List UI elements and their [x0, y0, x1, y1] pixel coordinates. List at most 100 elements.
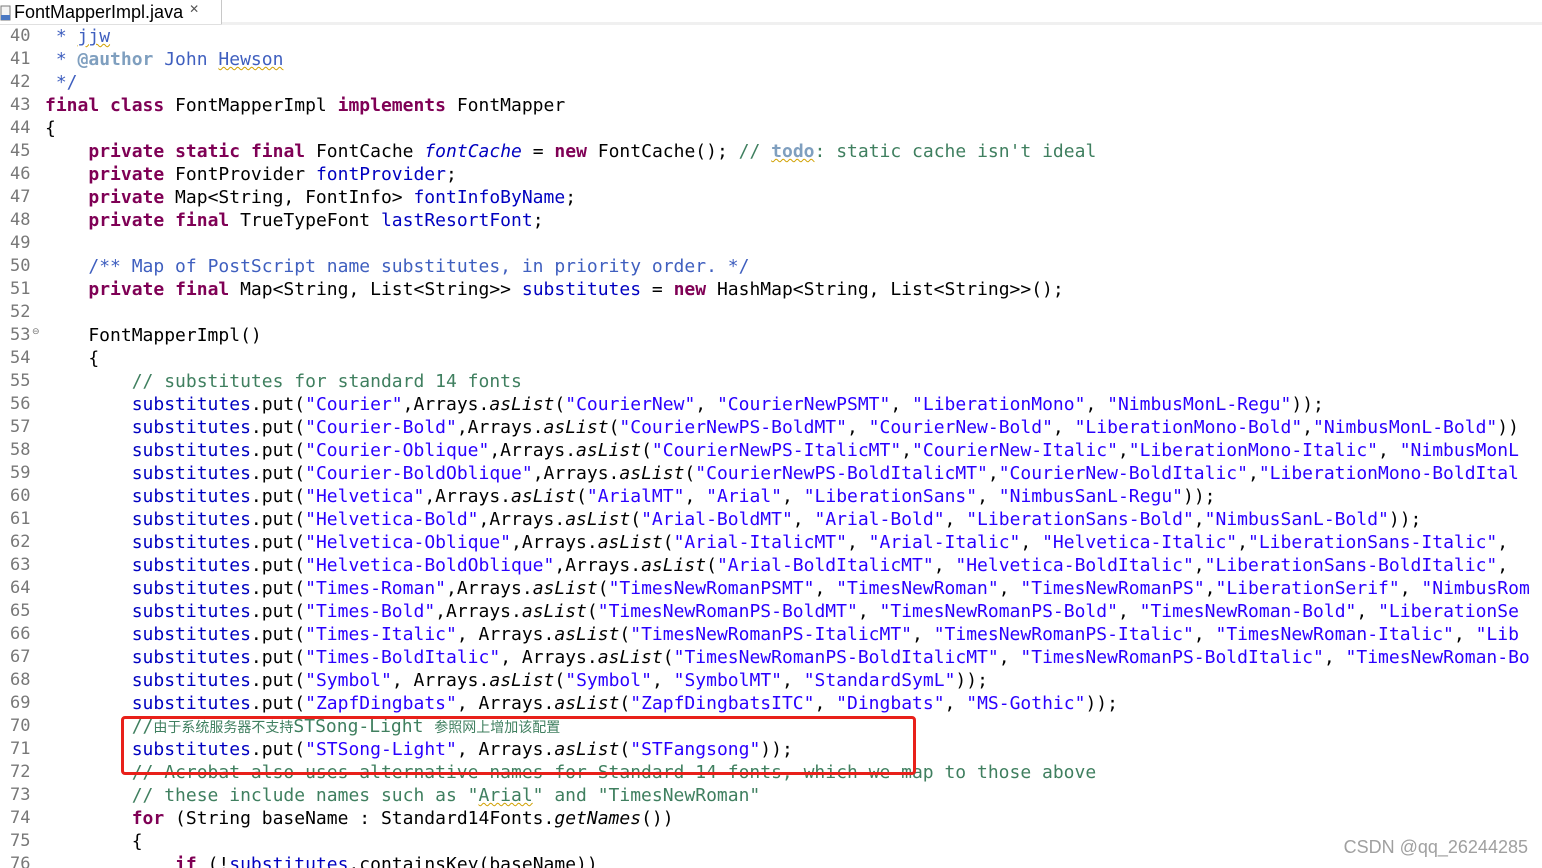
- code-line[interactable]: 46 private FontProvider fontProvider;: [0, 163, 1542, 186]
- code-token: "Arial-Italic": [868, 532, 1021, 553]
- code-text: substitutes.put("Courier-Bold",Arrays.as…: [45, 416, 1519, 439]
- code-token: ,: [987, 463, 999, 484]
- tab-fontmapperimpl-java[interactable]: FontMapperImpl.java ✕: [0, 0, 222, 24]
- code-token: new: [673, 279, 707, 300]
- code-line[interactable]: 57 substitutes.put("Courier-Bold",Arrays…: [0, 416, 1542, 439]
- code-line[interactable]: 59 substitutes.put("Courier-BoldOblique"…: [0, 462, 1542, 485]
- fold-toggle-icon[interactable]: ⊖: [32, 321, 40, 344]
- code-line[interactable]: 66 substitutes.put("Times-Italic", Array…: [0, 623, 1542, 646]
- code-token: substitutes: [131, 532, 251, 553]
- line-number: 49: [10, 233, 31, 253]
- code-line[interactable]: 47 private Map<String, FontInfo> fontInf…: [0, 186, 1542, 209]
- line-number: 63: [10, 555, 31, 575]
- code-token: "Courier-Oblique": [305, 440, 490, 461]
- code-line[interactable]: 41 * @author John Hewson: [0, 48, 1542, 71]
- code-line[interactable]: 52: [0, 301, 1542, 324]
- code-line[interactable]: 76 if (!substitutes.containsKey(baseName…: [0, 853, 1542, 868]
- code-token: .put(: [250, 555, 306, 576]
- code-line[interactable]: 61 substitutes.put("Helvetica-Bold",Arra…: [0, 508, 1542, 531]
- code-line[interactable]: 65 substitutes.put("Times-Bold",Arrays.a…: [0, 600, 1542, 623]
- code-token: ;: [532, 210, 544, 231]
- code-line[interactable]: 68 substitutes.put("Symbol", Arrays.asLi…: [0, 669, 1542, 692]
- code-token: asList: [565, 509, 631, 530]
- code-token: "NimbusSanL-Bold": [1204, 509, 1389, 530]
- code-token: ,: [1237, 532, 1248, 553]
- code-token: private: [88, 164, 165, 185]
- code-token: asList: [597, 647, 663, 668]
- code-token: "LiberationSe: [1378, 601, 1519, 622]
- code-text: substitutes.put("Times-Bold",Arrays.asLi…: [45, 600, 1519, 623]
- code-line[interactable]: 42 */: [0, 71, 1542, 94]
- line-number: 64: [10, 578, 31, 598]
- code-token: asList: [489, 670, 555, 691]
- code-line[interactable]: 60 substitutes.put("Helvetica",Arrays.as…: [0, 485, 1542, 508]
- code-token: {: [45, 831, 143, 852]
- code-line[interactable]: 56 substitutes.put("Courier",Arrays.asLi…: [0, 393, 1542, 416]
- code-line[interactable]: 74 for (String baseName : Standard14Font…: [0, 807, 1542, 830]
- code-token: John: [153, 49, 219, 70]
- code-token: (: [662, 532, 674, 553]
- code-token: ,: [814, 578, 837, 599]
- code-line[interactable]: 64 substitutes.put("Times-Roman",Arrays.…: [0, 577, 1542, 600]
- code-token: "CourierNew-BoldItalic": [998, 463, 1248, 484]
- code-text: substitutes.put("Times-Roman",Arrays.asL…: [45, 577, 1530, 600]
- code-token: ,: [1323, 647, 1346, 668]
- code-line[interactable]: 62 substitutes.put("Helvetica-Oblique",A…: [0, 531, 1542, 554]
- code-token: "NimbusMonL-Regu": [1107, 394, 1292, 415]
- code-token: ,: [684, 486, 707, 507]
- code-line[interactable]: 58 substitutes.put("Courier-Oblique",Arr…: [0, 439, 1542, 462]
- code-token: Arial: [478, 785, 533, 806]
- line-number: 65: [10, 601, 31, 621]
- line-number: 51: [10, 279, 31, 299]
- line-number: 70: [10, 716, 31, 736]
- code-token: ,: [1117, 601, 1140, 622]
- code-line[interactable]: 44 {: [0, 117, 1542, 140]
- line-number: 48: [10, 210, 31, 230]
- code-line[interactable]: 40 * jjw: [0, 25, 1542, 48]
- code-line[interactable]: 49: [0, 232, 1542, 255]
- code-token: ,: [1302, 417, 1314, 438]
- code-line[interactable]: 53 ⊖ FontMapperImpl(): [0, 324, 1542, 347]
- code-token: substitutes: [131, 555, 251, 576]
- code-line[interactable]: 73 // these include names such as "Arial…: [0, 784, 1542, 807]
- code-line[interactable]: 55 // substitutes for standard 14 fonts: [0, 370, 1542, 393]
- code-line[interactable]: 45 private static final FontCache fontCa…: [0, 140, 1542, 163]
- code-token: .put(: [250, 624, 306, 645]
- code-line[interactable]: 75 {: [0, 830, 1542, 853]
- code-token: ,: [782, 486, 804, 507]
- code-text: for (String baseName : Standard14Fonts.g…: [45, 807, 674, 830]
- code-line[interactable]: 69 substitutes.put("ZapfDingbats", Array…: [0, 692, 1542, 715]
- code-line[interactable]: 43 final class FontMapperImpl implements …: [0, 94, 1542, 117]
- code-token: if: [175, 854, 197, 868]
- code-token: // these include names such as ": [131, 785, 479, 806]
- code-line[interactable]: 48 private final TrueTypeFont lastResort…: [0, 209, 1542, 232]
- code-token: =: [641, 279, 674, 300]
- code-token: ,: [1453, 624, 1476, 645]
- code-token: *: [45, 26, 78, 47]
- code-line[interactable]: 63 substitutes.put("Helvetica-BoldObliqu…: [0, 554, 1542, 577]
- code-token: "Helvetica": [305, 486, 425, 507]
- code-text: substitutes.put("Times-BoldItalic", Arra…: [45, 646, 1530, 669]
- code-text: final class FontMapperImpl implements Fo…: [45, 94, 565, 117]
- code-token: , Arrays.: [500, 647, 598, 668]
- close-icon[interactable]: ✕: [189, 2, 199, 16]
- code-line[interactable]: 54 {: [0, 347, 1542, 370]
- code-line[interactable]: 50 /** Map of PostScript name substitute…: [0, 255, 1542, 278]
- code-token: FontMapperImpl(): [45, 325, 262, 346]
- code-line[interactable]: 51 private final Map<String, List<String…: [0, 278, 1542, 301]
- code-token: "Helvetica-Oblique": [305, 532, 512, 553]
- code-token: "ZapfDingbats": [305, 693, 457, 714]
- code-token: ,: [1085, 394, 1108, 415]
- code-token: "Times-Roman": [305, 578, 446, 599]
- code-line[interactable]: 67 substitutes.put("Times-BoldItalic", A…: [0, 646, 1542, 669]
- code-token: "MS-Gothic": [966, 693, 1086, 714]
- code-token: substitutes: [521, 279, 642, 300]
